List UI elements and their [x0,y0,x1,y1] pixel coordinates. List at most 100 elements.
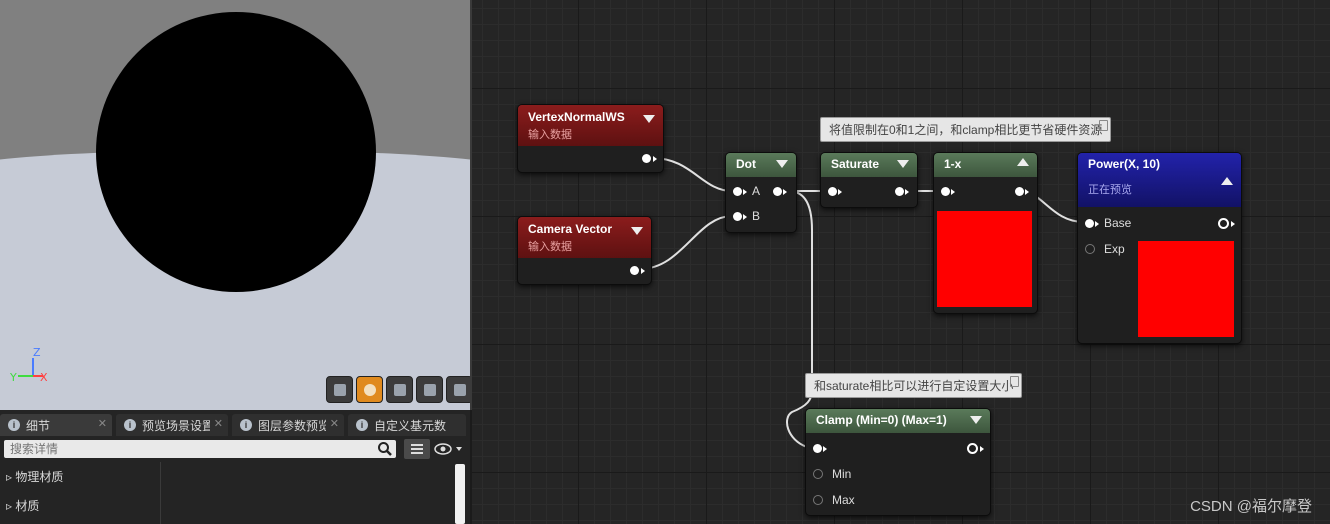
info-icon: i [8,419,20,431]
node-vertex-normal-ws[interactable]: VertexNormalWS 输入数据 [517,104,664,173]
output-pin[interactable] [773,187,782,196]
close-icon[interactable]: ✕ [330,417,339,430]
search-box [4,440,396,458]
collapse-arrow-icon[interactable] [776,160,788,168]
preview-shape-toolbar [326,376,470,403]
preview-swatch [937,211,1032,307]
node-header: Camera Vector 输入数据 [518,217,651,258]
node-header: Dot [726,153,796,177]
tab-details[interactable]: i 细节 ✕ [0,414,112,436]
input-pin-base[interactable] [1085,219,1094,228]
tab-preview-scene-settings[interactable]: i 预览场景设置 ✕ [116,414,228,436]
node-camera-vector[interactable]: Camera Vector 输入数据 [517,216,652,285]
collapse-arrow-icon[interactable] [897,160,909,168]
pin-arrow-icon [641,268,645,274]
node-header: Clamp (Min=0) (Max=1) [806,409,990,433]
preview-swatch [1138,241,1234,337]
pin-icon[interactable] [1099,120,1109,131]
teapot-preview-button[interactable] [446,376,470,403]
tab-custom-primitive-data[interactable]: i 自定义基元数 [348,414,466,436]
cylinder-preview-button[interactable] [326,376,353,403]
node-dot[interactable]: Dot A B [725,152,797,233]
close-icon[interactable]: ✕ [98,417,107,430]
collapse-arrow-icon[interactable] [970,416,982,424]
tab-layer-parameters-preview[interactable]: i 图层参数预览 ✕ [232,414,344,436]
output-pin[interactable] [642,154,651,163]
node-header: VertexNormalWS 输入数据 [518,105,663,146]
search-icon[interactable] [377,441,393,457]
input-pin[interactable] [813,444,822,453]
node-subtitle: 正在预览 [1088,184,1132,196]
pin-icon[interactable] [1010,376,1020,387]
wire-cameravector-to-dot-b [639,215,733,270]
details-panel: i 细节 ✕ i 预览场景设置 ✕ i 图层参数预览 ✕ i 自定义基元数 ▹ … [0,410,470,524]
plane-icon [393,383,406,396]
pin-arrow-icon [743,214,747,220]
node-title: Camera Vector [528,222,613,236]
material-preview-viewport[interactable]: Z Y X [0,0,472,410]
node-saturate[interactable]: Saturate [820,152,918,208]
pin-arrow-icon [823,446,827,452]
pin-arrow-icon [653,156,657,162]
tab-label: 预览场景设置 [142,418,210,433]
pin-arrow-icon [838,189,842,195]
input-pin-b[interactable] [733,212,742,221]
sphere-icon [363,383,376,396]
cube-preview-button[interactable] [416,376,443,403]
plane-preview-button[interactable] [386,376,413,403]
node-header: Power(X, 10) 正在预览 [1078,153,1241,207]
output-pin[interactable] [895,187,904,196]
collapse-arrow-icon[interactable] [1221,177,1233,185]
tab-label: 自定义基元数 [374,418,447,433]
output-pin[interactable] [630,266,639,275]
comment-clamp[interactable]: 和saturate相比可以进行自定设置大小 [805,373,1023,398]
eye-icon[interactable] [434,442,464,456]
output-pin[interactable] [1015,187,1024,196]
pin-arrow-icon [1095,221,1099,227]
input-pin-min[interactable] [813,469,823,479]
pin-label-base: Base [1104,216,1132,230]
output-pin[interactable] [967,443,978,454]
category-label: 物理材质 [15,470,64,484]
pin-label-min: Min [832,467,852,481]
input-pin[interactable] [941,187,950,196]
category-physical-material[interactable]: ▹ 物理材质 [6,468,63,485]
sphere-preview-button[interactable] [356,376,383,403]
output-pin[interactable] [1218,218,1229,229]
pin-arrow-icon [1025,189,1029,195]
close-icon[interactable]: ✕ [214,417,223,430]
collapse-arrow-icon[interactable] [631,227,643,235]
collapse-arrow-icon[interactable] [1017,158,1029,166]
preview-sphere [96,12,376,292]
node-one-minus[interactable]: 1-x [933,152,1038,314]
collapse-arrow-icon[interactable] [643,115,655,123]
comment-text: 和saturate相比可以进行自定设置大小 [814,379,1014,393]
input-pin-a[interactable] [733,187,742,196]
material-graph-canvas[interactable]: VertexNormalWS 输入数据 Camera Vector 输入数据 D… [472,0,1330,524]
info-icon: i [356,419,368,431]
pin-arrow-icon [951,189,955,195]
axis-gizmo [18,358,43,378]
category-material[interactable]: ▹ 材质 [6,497,39,514]
comment-saturate[interactable]: 将值限制在0和1之间，和clamp相比更节省硬件资源 [820,117,1112,142]
search-input[interactable] [4,440,376,458]
category-label: 材质 [15,499,40,513]
node-title: Clamp (Min=0) (Max=1) [816,413,947,427]
wire-vertexnormal-to-dot-a [651,157,733,192]
pin-arrow-icon [905,189,909,195]
watermark: CSDN @福尔摩登 [1190,498,1312,515]
list-icon [411,444,423,454]
input-pin[interactable] [828,187,837,196]
list-view-button[interactable] [404,439,430,459]
input-pin-exp[interactable] [1085,244,1095,254]
input-pin-max[interactable] [813,495,823,505]
pin-arrow-icon [1231,221,1235,227]
node-power[interactable]: Power(X, 10) 正在预览 Base Exp [1077,152,1242,344]
teapot-icon [453,383,466,396]
node-clamp[interactable]: Clamp (Min=0) (Max=1) Min Max [805,408,991,516]
details-tabs: i 细节 ✕ i 预览场景设置 ✕ i 图层参数预览 ✕ i 自定义基元数 [0,414,470,436]
node-subtitle: 输入数据 [528,129,572,141]
expand-arrow-icon: ▹ [6,499,16,513]
details-scrollbar[interactable] [455,464,465,524]
cylinder-icon [333,383,346,396]
